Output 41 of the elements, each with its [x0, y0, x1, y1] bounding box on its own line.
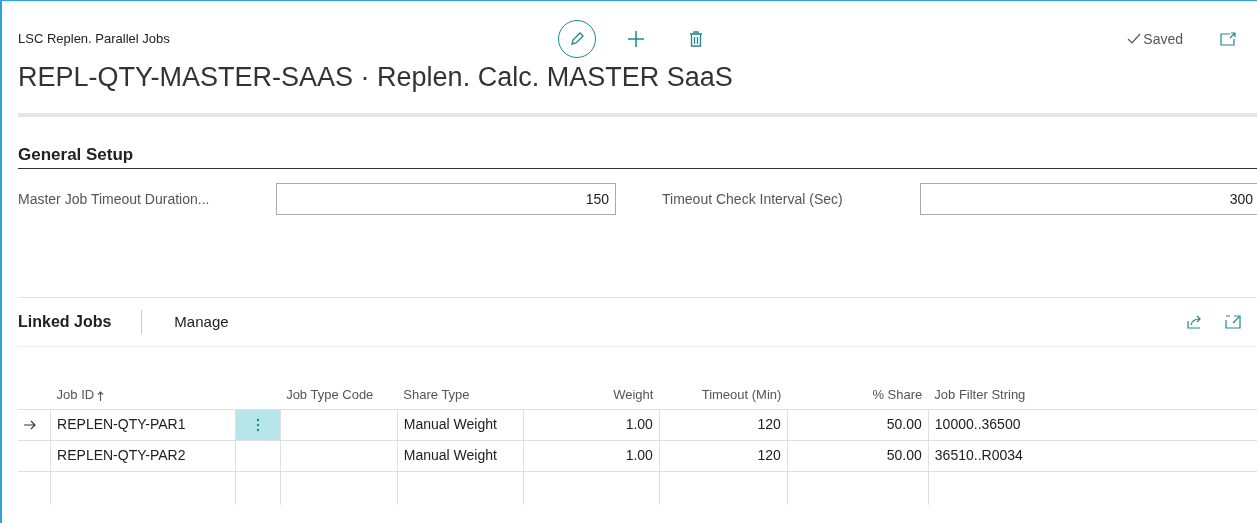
table-cell: Manual Weight [403, 447, 497, 463]
column-header[interactable]: Job Filter String [934, 385, 1026, 405]
table-cell: 10000..36500 [934, 416, 1021, 432]
number-field[interactable]: 300 [920, 183, 1257, 215]
table-cell: 120 [757, 416, 781, 432]
number-field[interactable]: 150 [276, 183, 616, 215]
table-cell: 1.00 [625, 416, 653, 432]
trash-icon [689, 31, 703, 47]
breadcrumb[interactable]: LSC Replen. Parallel Jobs [18, 29, 558, 49]
column-header[interactable]: Job ID [56, 385, 95, 405]
expand-icon [1225, 315, 1241, 329]
table-cell: REPLEN-QTY-PAR1 [57, 416, 186, 432]
column-header[interactable]: Timeout (Min) [701, 385, 782, 405]
table-cell: 50.00 [886, 447, 922, 463]
section-title[interactable]: General Setup [18, 142, 1257, 168]
table-cell: REPLEN-QTY-PAR2 [57, 447, 186, 463]
sort-ascending-icon [97, 390, 105, 401]
pencil-icon [569, 31, 585, 47]
table-cell: 50.00 [886, 416, 922, 432]
save-status: Saved [1143, 29, 1183, 49]
table-cell: 120 [757, 447, 781, 463]
column-header[interactable]: % Share [872, 385, 923, 405]
more-options-icon [255, 417, 260, 432]
open-new-window-button[interactable] [1219, 30, 1237, 48]
column-header[interactable]: Job Type Code [286, 385, 374, 405]
column-header[interactable]: Share Type [403, 385, 470, 405]
section-title[interactable]: Linked Jobs [18, 310, 143, 334]
field-label: Timeout Check Interval (Sec) [662, 189, 844, 209]
current-row-arrow-icon [24, 419, 36, 430]
action-button[interactable]: Manage [174, 310, 229, 334]
plus-icon [627, 30, 645, 48]
table-cell: 1.00 [625, 447, 653, 463]
table-cell: Manual Weight [403, 416, 497, 432]
expand-button[interactable] [1223, 312, 1243, 332]
pop-out-icon [1220, 32, 1236, 46]
column-header[interactable]: Weight [613, 385, 654, 405]
field-label: Master Job Timeout Duration... [18, 189, 211, 209]
checkmark-icon [1127, 33, 1142, 45]
share-icon [1187, 315, 1203, 329]
page-title: REPL-QTY-MASTER-SAAS · Replen. Calc. MASTER SaaS [17, 61, 734, 94]
table-cell: 36510..R0034 [934, 447, 1023, 463]
